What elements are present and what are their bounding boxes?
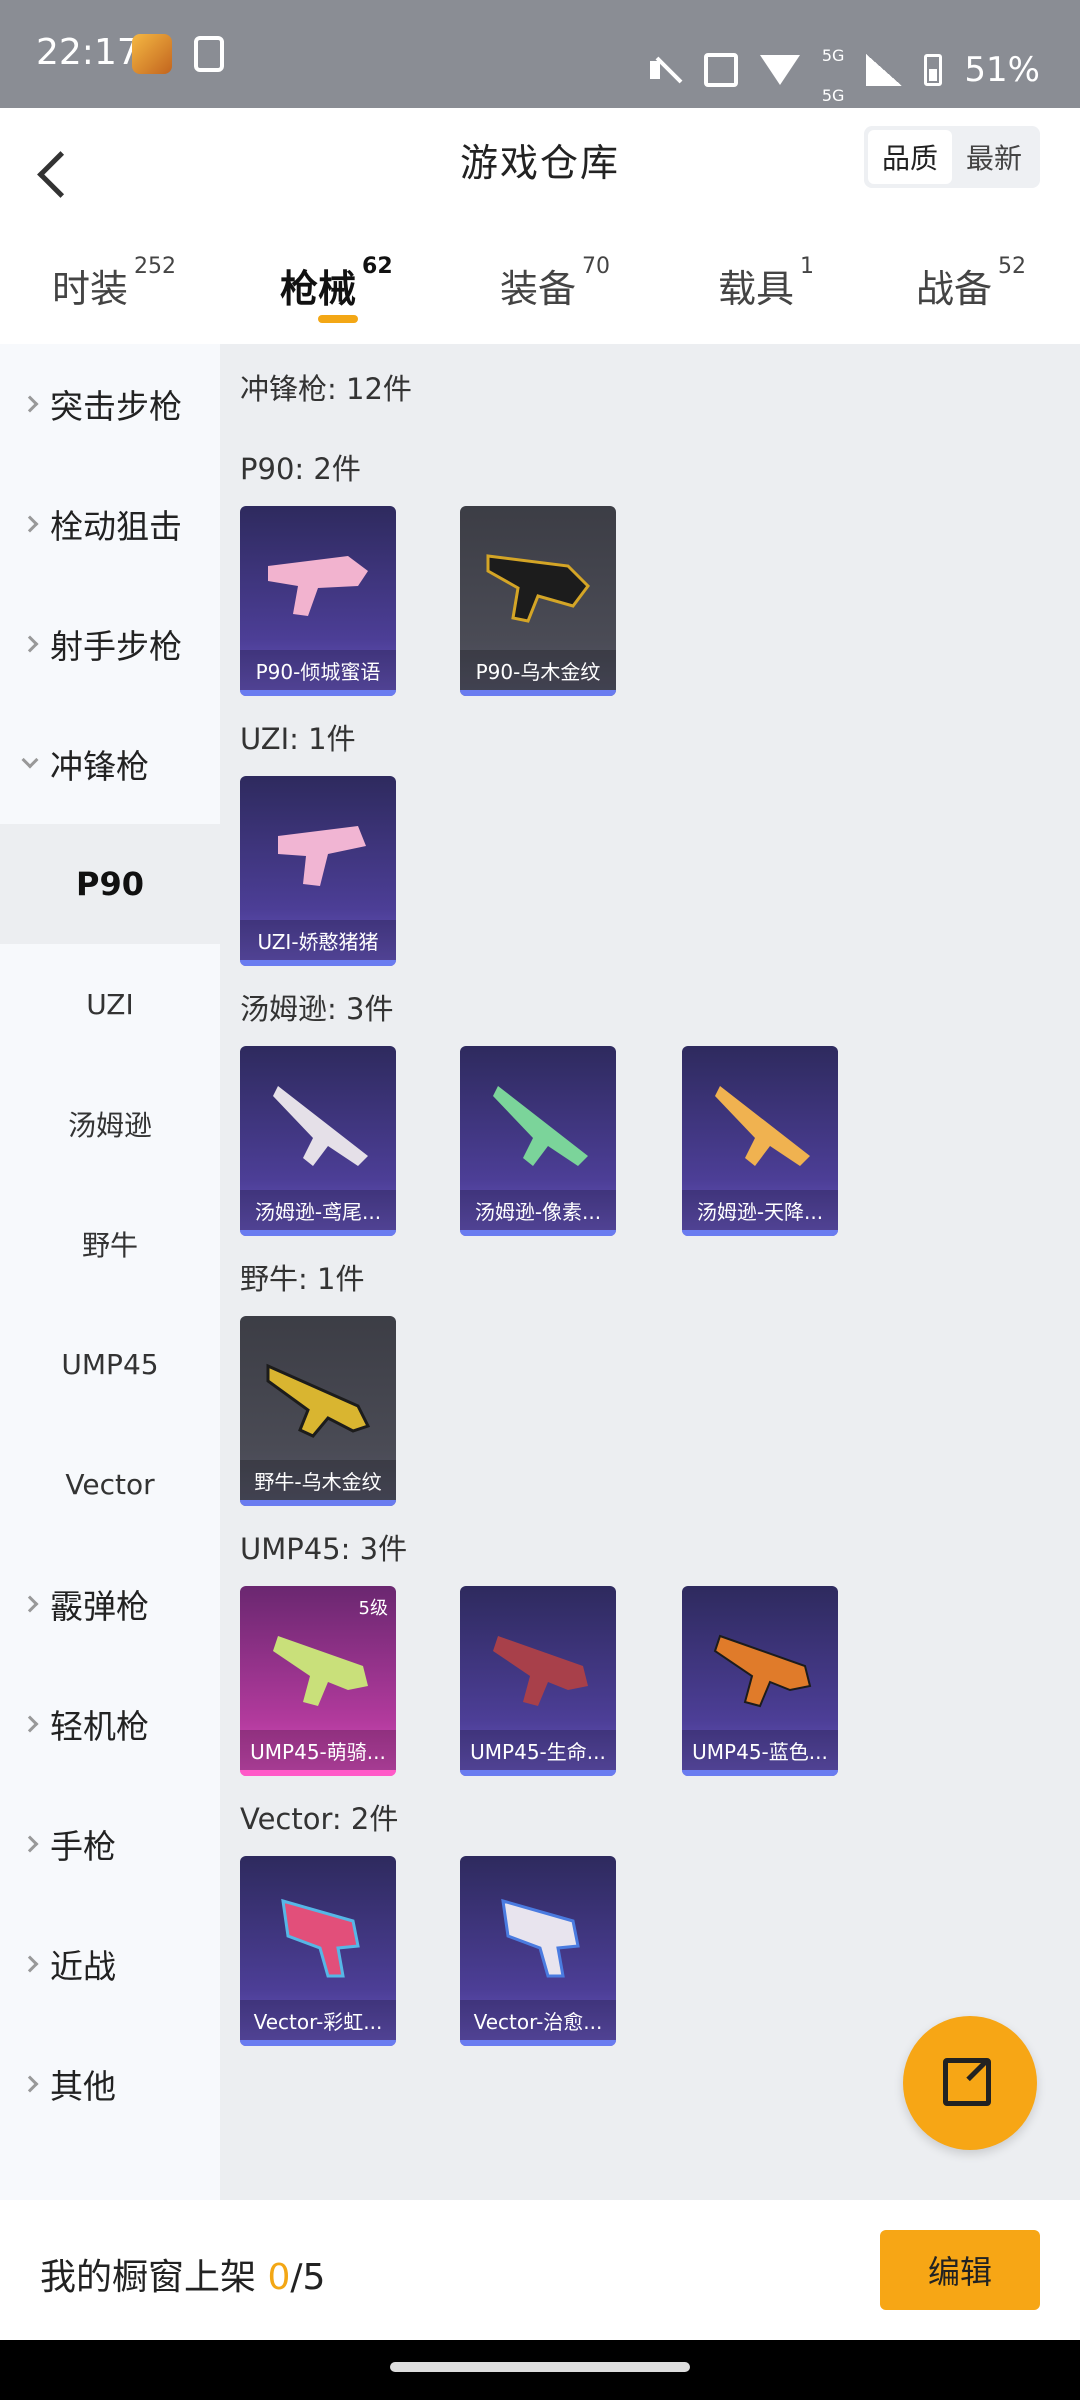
sidebar-item-melee[interactable]: 近战: [0, 1904, 220, 2024]
system-nav-bar: [0, 2340, 1080, 2400]
rarity-bar: [240, 2040, 396, 2046]
rarity-bar: [460, 690, 616, 696]
sort-by-newest[interactable]: 最新: [952, 130, 1036, 184]
wifi-icon: [759, 55, 800, 85]
sort-toggle: 品质 最新: [864, 126, 1040, 188]
rarity-bar: [460, 1770, 616, 1776]
item-card[interactable]: 汤姆逊-鸢尾...: [240, 1046, 396, 1236]
signal-icon: [866, 54, 903, 86]
item-card[interactable]: UZI-娇憨猪猪: [240, 776, 396, 966]
clock: 22:17: [36, 32, 140, 73]
item-name: UMP45-生命...: [460, 1730, 616, 1770]
item-name: 汤姆逊-鸢尾...: [240, 1190, 396, 1230]
rarity-bar: [682, 1770, 838, 1776]
chevron-right-icon: [21, 1835, 39, 1853]
item-name: 野牛-乌木金纹: [240, 1460, 396, 1500]
chevron-right-icon: [21, 1595, 39, 1613]
sidebar-sub-uzi[interactable]: UZI: [0, 944, 220, 1064]
item-list: 冲锋枪: 12件 P90: 2件 P90-倾城蜜语 P90-乌木金纹 UZI: …: [220, 344, 1080, 2200]
item-card[interactable]: 汤姆逊-天降...: [682, 1046, 838, 1236]
sidebar-sub-thompson[interactable]: 汤姆逊: [0, 1064, 220, 1184]
sidebar-item-assault-rifle[interactable]: 突击步枪: [0, 344, 220, 464]
weapon-type-sidebar: 突击步枪 栓动狙击 射手步枪 冲锋枪 P90 UZI 汤姆逊 野牛 UMP45 …: [0, 344, 220, 2200]
rarity-bar: [460, 1230, 616, 1236]
item-name: UMP45-萌骑...: [240, 1730, 396, 1770]
showcase-bar: 我的橱窗上架 0/5 编辑: [0, 2200, 1080, 2340]
item-card[interactable]: Vector-彩虹...: [240, 1856, 396, 2046]
status-bar: 22:17 5G 5G 51%: [0, 0, 1080, 108]
item-name: Vector-彩虹...: [240, 2000, 396, 2040]
sidebar-item-shotgun[interactable]: 霰弹枪: [0, 1544, 220, 1664]
item-card[interactable]: 野牛-乌木金纹: [240, 1316, 396, 1506]
item-name: UMP45-蓝色...: [682, 1730, 838, 1770]
item-card[interactable]: P90-乌木金纹: [460, 506, 616, 696]
section-title: Vector: 2件: [240, 1802, 399, 1836]
rarity-bar: [240, 960, 396, 966]
section-title: 汤姆逊: 3件: [240, 992, 394, 1026]
item-name: UZI-娇憨猪猪: [240, 920, 396, 960]
mute-icon: [648, 53, 682, 87]
tab-supplies[interactable]: 战备52: [916, 254, 1026, 313]
chevron-right-icon: [21, 395, 39, 413]
showcase-status: 我的橱窗上架 0/5: [40, 2257, 326, 2298]
tab-equipment[interactable]: 装备70: [500, 254, 610, 313]
edit-button[interactable]: 编辑: [880, 2230, 1040, 2310]
tab-outfits[interactable]: 时装252: [52, 254, 176, 313]
item-name: 汤姆逊-像素...: [460, 1190, 616, 1230]
rarity-bar: [240, 1770, 396, 1776]
chevron-down-icon: [21, 751, 39, 769]
sidebar-item-marksman-rifle[interactable]: 射手步枪: [0, 584, 220, 704]
active-tab-indicator: [318, 315, 358, 323]
item-card[interactable]: P90-倾城蜜语: [240, 506, 396, 696]
category-summary: 冲锋枪: 12件: [240, 372, 412, 406]
network-type: 5G 5G: [821, 46, 845, 105]
tab-vehicles[interactable]: 载具1: [718, 254, 814, 313]
item-card[interactable]: 汤姆逊-像素...: [460, 1046, 616, 1236]
sidebar-item-lmg[interactable]: 轻机枪: [0, 1664, 220, 1784]
sidebar-item-other[interactable]: 其他: [0, 2024, 220, 2144]
external-link-icon: [943, 2058, 991, 2106]
category-tabs: 时装252 枪械62 装备70 载具1 战备52: [0, 238, 1080, 344]
sidebar-sub-bizon[interactable]: 野牛: [0, 1184, 220, 1304]
rarity-bar: [240, 1230, 396, 1236]
item-card[interactable]: UMP45-生命...: [460, 1586, 616, 1776]
sidebar-item-pistol[interactable]: 手枪: [0, 1784, 220, 1904]
chevron-right-icon: [21, 1715, 39, 1733]
rarity-bar: [682, 1230, 838, 1236]
chevron-right-icon: [21, 635, 39, 653]
chevron-right-icon: [21, 515, 39, 533]
home-handle[interactable]: [390, 2362, 690, 2372]
share-button[interactable]: [903, 2016, 1037, 2150]
item-name: Vector-治愈...: [460, 2000, 616, 2040]
sidebar-item-bolt-sniper[interactable]: 栓动狙击: [0, 464, 220, 584]
sort-by-quality[interactable]: 品质: [868, 130, 952, 184]
phone-link-icon: [194, 36, 224, 72]
section-title: UMP45: 3件: [240, 1532, 408, 1566]
battery-level: 51%: [964, 50, 1040, 90]
sidebar-item-smg[interactable]: 冲锋枪: [0, 704, 220, 824]
sidebar-sub-p90[interactable]: P90: [0, 824, 220, 944]
sidebar-sub-vector[interactable]: Vector: [0, 1424, 220, 1544]
header: 游戏仓库 品质 最新: [0, 108, 1080, 238]
item-card[interactable]: UMP45-蓝色...: [682, 1586, 838, 1776]
section-title: UZI: 1件: [240, 722, 356, 756]
battery-icon: [924, 54, 943, 86]
game-app-icon: [132, 34, 172, 74]
section-title: 野牛: 1件: [240, 1262, 365, 1296]
item-card[interactable]: Vector-治愈...: [460, 1856, 616, 2046]
sidebar-sub-ump45[interactable]: UMP45: [0, 1304, 220, 1424]
section-title: P90: 2件: [240, 452, 361, 486]
nfc-icon: [703, 53, 738, 87]
item-name: 汤姆逊-天降...: [682, 1190, 838, 1230]
item-card[interactable]: 5级 UMP45-萌骑...: [240, 1586, 396, 1776]
rarity-bar: [240, 690, 396, 696]
chevron-right-icon: [21, 2075, 39, 2093]
chevron-right-icon: [21, 1955, 39, 1973]
rarity-bar: [460, 2040, 616, 2046]
item-name: P90-倾城蜜语: [240, 650, 396, 690]
rarity-bar: [240, 1500, 396, 1506]
tab-firearms[interactable]: 枪械62: [280, 254, 393, 313]
item-name: P90-乌木金纹: [460, 650, 616, 690]
